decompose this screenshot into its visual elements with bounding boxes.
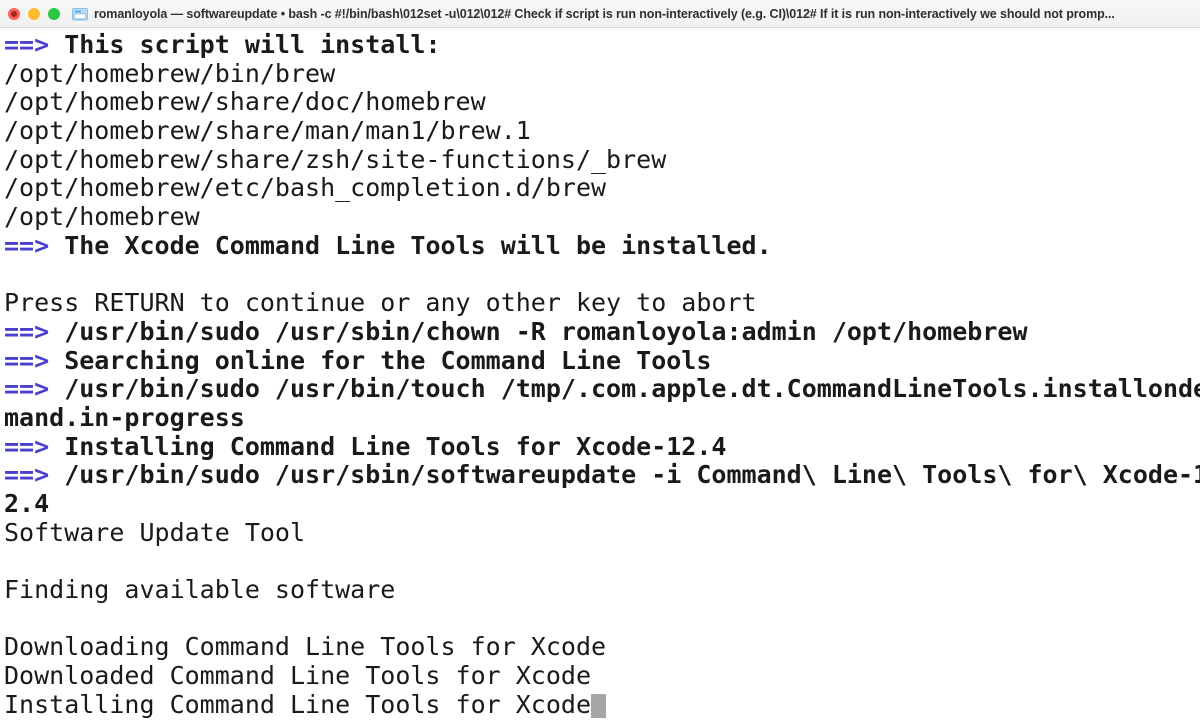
terminal-line-text: /opt/homebrew/share/man/man1/brew.1 (4, 116, 531, 146)
terminal-line: /opt/homebrew (4, 202, 1200, 232)
terminal-line-text: /opt/homebrew (4, 202, 200, 232)
close-button[interactable] (8, 7, 20, 20)
terminal-output[interactable]: ==> This script will install:/opt/homebr… (0, 28, 1200, 722)
prompt-marker: ==> (4, 460, 50, 490)
window-titlebar: romanloyola — softwareupdate • bash -c #… (0, 0, 1200, 28)
terminal-line: Installing Command Line Tools for Xcode (4, 689, 1200, 720)
terminal-line: Software Update Tool (4, 517, 1200, 548)
terminal-line: Finding available software (4, 575, 1200, 605)
terminal-window: romanloyola — softwareupdate • bash -c #… (0, 0, 1200, 722)
terminal-line: Downloading Command Line Tools for Xcode (4, 633, 1200, 662)
terminal-line-text: /opt/homebrew/share/zsh/site-functions/_… (4, 144, 667, 174)
terminal-line-text: /opt/homebrew/share/doc/homebrew (4, 87, 486, 117)
terminal-line: /opt/homebrew/bin/brew (4, 58, 1200, 89)
terminal-line-text: Software Update Tool (4, 517, 306, 547)
prompt-marker: ==> (4, 316, 50, 346)
terminal-line: ==> Searching online for the Command Lin… (4, 345, 1200, 376)
terminal-line-text: Downloaded Command Line Tools for Xcode (4, 661, 591, 691)
terminal-line-text: mand.in-progress (4, 402, 245, 432)
terminal-line: /opt/homebrew/share/man/man1/brew.1 (4, 116, 1200, 146)
terminal-line-text: /opt/homebrew/bin/brew (4, 58, 336, 88)
terminal-line: ==> Installing Command Line Tools for Xc… (4, 431, 1200, 462)
terminal-line-text: The Xcode Command Line Tools will be ins… (49, 230, 772, 260)
terminal-line-text: /usr/bin/sudo /usr/sbin/chown -R romanlo… (49, 316, 1028, 346)
terminal-line: 2.4 (4, 489, 1200, 519)
terminal-line: /opt/homebrew/share/zsh/site-functions/_… (4, 144, 1200, 175)
terminal-line: Downloaded Command Line Tools for Xcode (4, 661, 1200, 691)
terminal-line: ==> This script will install: (4, 30, 1200, 60)
minimize-button[interactable] (28, 7, 40, 20)
text-cursor (591, 693, 606, 718)
terminal-line-text: 2.4 (4, 489, 50, 518)
terminal-line-text: Installing Command Line Tools for Xcode (4, 689, 591, 719)
terminal-line-text: /usr/bin/sudo /usr/sbin/softwareupdate -… (49, 460, 1200, 490)
prompt-marker: ==> (4, 374, 50, 404)
terminal-line-text: Downloading Command Line Tools for Xcode (4, 632, 607, 662)
prompt-marker: ==> (4, 230, 50, 260)
window-title: romanloyola — softwareupdate • bash -c #… (94, 6, 1115, 21)
terminal-line-text: /usr/bin/sudo /usr/bin/touch /tmp/.com.a… (49, 374, 1200, 404)
window-controls (8, 7, 60, 20)
terminal-line: /opt/homebrew/share/doc/homebrew (4, 88, 1200, 117)
maximize-button[interactable] (48, 7, 60, 20)
prompt-marker: ==> (4, 345, 50, 375)
folder-icon (72, 7, 88, 21)
terminal-line-text: Press RETURN to continue or any other ke… (4, 288, 757, 318)
terminal-line: Press RETURN to continue or any other ke… (4, 288, 1200, 318)
terminal-line-text: /opt/homebrew/etc/bash_completion.d/brew (4, 173, 607, 203)
terminal-line-text: Installing Command Line Tools for Xcode-… (49, 431, 727, 461)
terminal-line-text: Finding available software (4, 575, 396, 605)
terminal-line: ==> /usr/bin/sudo /usr/sbin/chown -R rom… (4, 316, 1200, 347)
terminal-line: /opt/homebrew/etc/bash_completion.d/brew (4, 174, 1200, 203)
prompt-marker: ==> (4, 30, 50, 59)
terminal-line: ==> /usr/bin/sudo /usr/bin/touch /tmp/.c… (4, 374, 1200, 404)
terminal-line: ==> The Xcode Command Line Tools will be… (4, 230, 1200, 261)
terminal-line: ==> /usr/bin/sudo /usr/sbin/softwareupda… (4, 460, 1200, 490)
prompt-marker: ==> (4, 431, 50, 461)
terminal-line-text: Searching online for the Command Line To… (49, 345, 712, 375)
terminal-line-text: This script will install: (49, 30, 441, 59)
terminal-line: mand.in-progress (4, 402, 1200, 433)
